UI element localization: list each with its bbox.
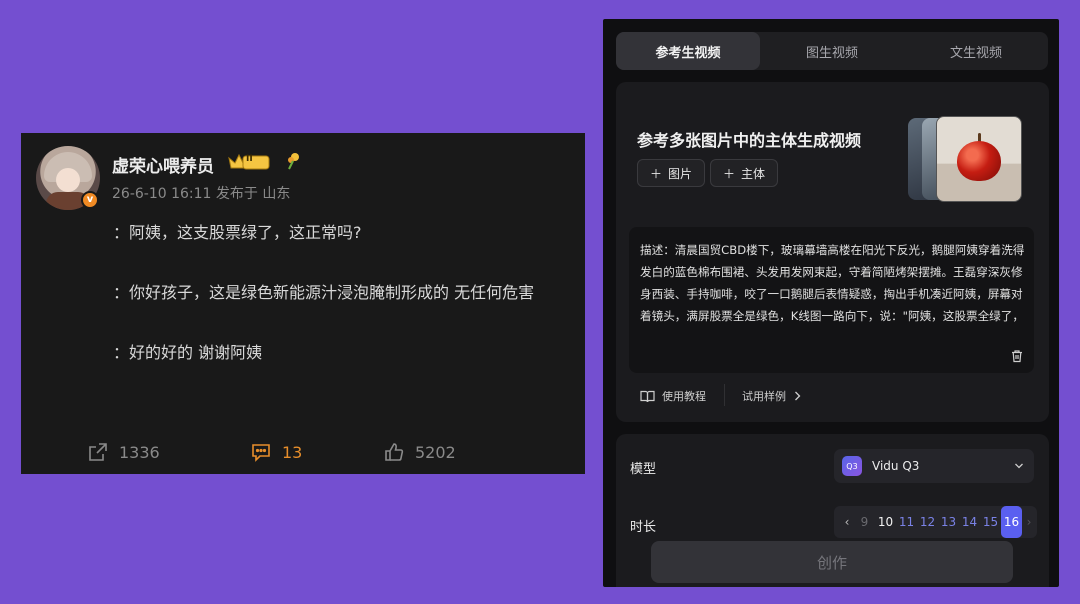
add-subject-label: 主体 bbox=[741, 166, 766, 181]
username[interactable]: 虚荣心喂养员 bbox=[112, 152, 214, 177]
share-icon bbox=[89, 443, 107, 461]
duration-option[interactable]: 13 bbox=[938, 515, 959, 529]
model-select[interactable]: Q3 Vidu Q3 bbox=[834, 449, 1034, 483]
vidu-panel: 参考生视频 图生视频 文生视频 参考多张图片中的主体生成视频 ＋ 图片 ＋ 主体… bbox=[603, 19, 1059, 587]
duration-option[interactable]: 10 bbox=[875, 515, 896, 529]
duration-option[interactable]: 11 bbox=[896, 515, 917, 529]
duration-option[interactable]: 14 bbox=[959, 515, 980, 529]
share-count: 1336 bbox=[119, 442, 160, 462]
duration-option[interactable]: 15 bbox=[980, 515, 1001, 529]
tab-reference-video[interactable]: 参考生视频 bbox=[616, 32, 760, 70]
like-button[interactable]: 5202 bbox=[383, 441, 456, 463]
comment-count: 13 bbox=[282, 442, 303, 462]
description-text[interactable]: 描述：清晨国贸CBD楼下，玻璃幕墙高楼在阳光下反光，鹅腿阿姨穿着洗得发白的蓝色棉… bbox=[640, 239, 1026, 327]
chevron-left-icon[interactable]: ‹ bbox=[840, 515, 854, 529]
try-example-label: 试用样例 bbox=[742, 390, 786, 403]
add-image-button[interactable]: ＋ 图片 bbox=[637, 159, 706, 187]
post-text-line: ：你好孩子，这是绿色新能源汁浸泡腌制形成的 无任何危害 bbox=[113, 283, 535, 302]
duration-option-selected[interactable]: 16 bbox=[1001, 506, 1022, 538]
tutorial-label: 使用教程 bbox=[662, 390, 706, 403]
divider bbox=[724, 384, 725, 406]
vidu-logo-icon: Q3 bbox=[842, 456, 862, 476]
apple-thumbnail-image bbox=[936, 116, 1022, 202]
comment-icon bbox=[252, 444, 270, 462]
like-count: 5202 bbox=[415, 442, 456, 462]
rank-badge-text: II bbox=[246, 154, 253, 164]
model-label: 模型 bbox=[630, 462, 657, 477]
tab-image-to-video[interactable]: 图生视频 bbox=[760, 32, 904, 70]
reference-thumbnails[interactable] bbox=[908, 116, 1022, 202]
weibo-post-card: v 虚荣心喂养员 II 26-6-10 16:11 发布于 山东 ：阿姨，这支股… bbox=[21, 133, 585, 474]
model-name: Vidu Q3 bbox=[872, 459, 920, 473]
duration-option[interactable]: 12 bbox=[917, 515, 938, 529]
add-subject-button[interactable]: ＋ 主体 bbox=[710, 159, 779, 187]
flower-icon bbox=[288, 153, 299, 170]
plus-icon: ＋ bbox=[650, 166, 663, 181]
description-box[interactable]: 描述：清晨国贸CBD楼下，玻璃幕墙高楼在阳光下反光，鹅腿阿姨穿着洗得发白的蓝色棉… bbox=[629, 227, 1034, 373]
book-icon bbox=[640, 390, 655, 402]
add-image-label: 图片 bbox=[668, 166, 693, 181]
tutorial-link[interactable]: 使用教程 bbox=[640, 388, 706, 404]
post-text-line: ：好的好的 谢谢阿姨 bbox=[113, 343, 263, 362]
try-example-link[interactable]: 试用样例 bbox=[742, 388, 801, 404]
tab-text-to-video[interactable]: 文生视频 bbox=[904, 32, 1048, 70]
chevron-right-icon[interactable]: › bbox=[1022, 515, 1036, 529]
comment-button[interactable]: 13 bbox=[250, 441, 302, 463]
trash-icon[interactable] bbox=[1010, 349, 1024, 363]
chevron-right-icon bbox=[795, 391, 801, 401]
chevron-down-icon bbox=[1015, 463, 1023, 469]
thumbs-up-icon bbox=[385, 443, 404, 461]
post-text-line: ：阿姨，这支股票绿了，这正常吗? bbox=[113, 223, 362, 242]
mode-tabs: 参考生视频 图生视频 文生视频 bbox=[616, 32, 1048, 70]
duration-label: 时长 bbox=[630, 520, 657, 535]
duration-option[interactable]: 9 bbox=[854, 515, 875, 529]
create-button[interactable]: 创作 bbox=[651, 541, 1013, 583]
plus-icon: ＋ bbox=[723, 166, 736, 181]
reference-title: 参考多张图片中的主体生成视频 bbox=[637, 131, 862, 150]
verified-badge-icon: v bbox=[81, 191, 99, 209]
post-meta: 26-6-10 16:11 发布于 山东 bbox=[112, 186, 291, 202]
share-button[interactable]: 1336 bbox=[87, 441, 160, 463]
reference-card: 参考多张图片中的主体生成视频 ＋ 图片 ＋ 主体 描述：清晨国贸CBD楼下，玻璃… bbox=[616, 82, 1049, 422]
duration-picker[interactable]: ‹ 9 10 11 12 13 14 15 16 › bbox=[834, 506, 1037, 538]
